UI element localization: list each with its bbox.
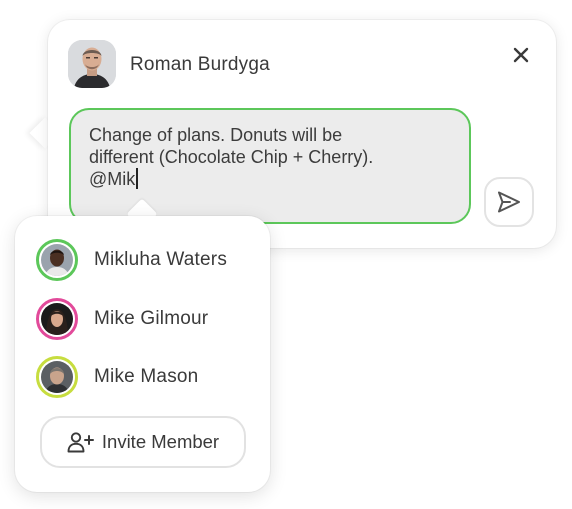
author-name: Roman Burdyga xyxy=(130,54,270,75)
close-button[interactable] xyxy=(508,42,534,68)
mention-option-mike-mason[interactable]: Mike Mason xyxy=(36,355,256,399)
mention-option-mike-gilmour[interactable]: Mike Gilmour xyxy=(36,297,256,341)
mention-option-mikluha-waters[interactable]: Mikluha Waters xyxy=(36,238,256,282)
text-caret xyxy=(136,168,138,189)
member-avatar xyxy=(36,298,78,340)
member-name: Mike Mason xyxy=(94,366,199,387)
comment-text: Change of plans. Donuts will be differen… xyxy=(89,125,374,189)
author-avatar xyxy=(68,40,116,88)
member-name: Mikluha Waters xyxy=(94,249,228,270)
member-name: Mike Gilmour xyxy=(94,308,209,329)
close-icon xyxy=(513,47,529,63)
comment-composer: Roman Burdyga Change of plans. Donuts wi… xyxy=(0,0,572,509)
invite-member-button[interactable]: Invite Member xyxy=(40,416,246,468)
add-user-icon xyxy=(67,432,94,453)
comment-input[interactable]: Change of plans. Donuts will be differen… xyxy=(69,108,471,224)
member-avatar xyxy=(36,356,78,398)
invite-member-label: Invite Member xyxy=(101,431,220,452)
member-avatar xyxy=(36,239,78,281)
send-icon xyxy=(498,191,520,213)
send-button[interactable] xyxy=(484,177,534,227)
